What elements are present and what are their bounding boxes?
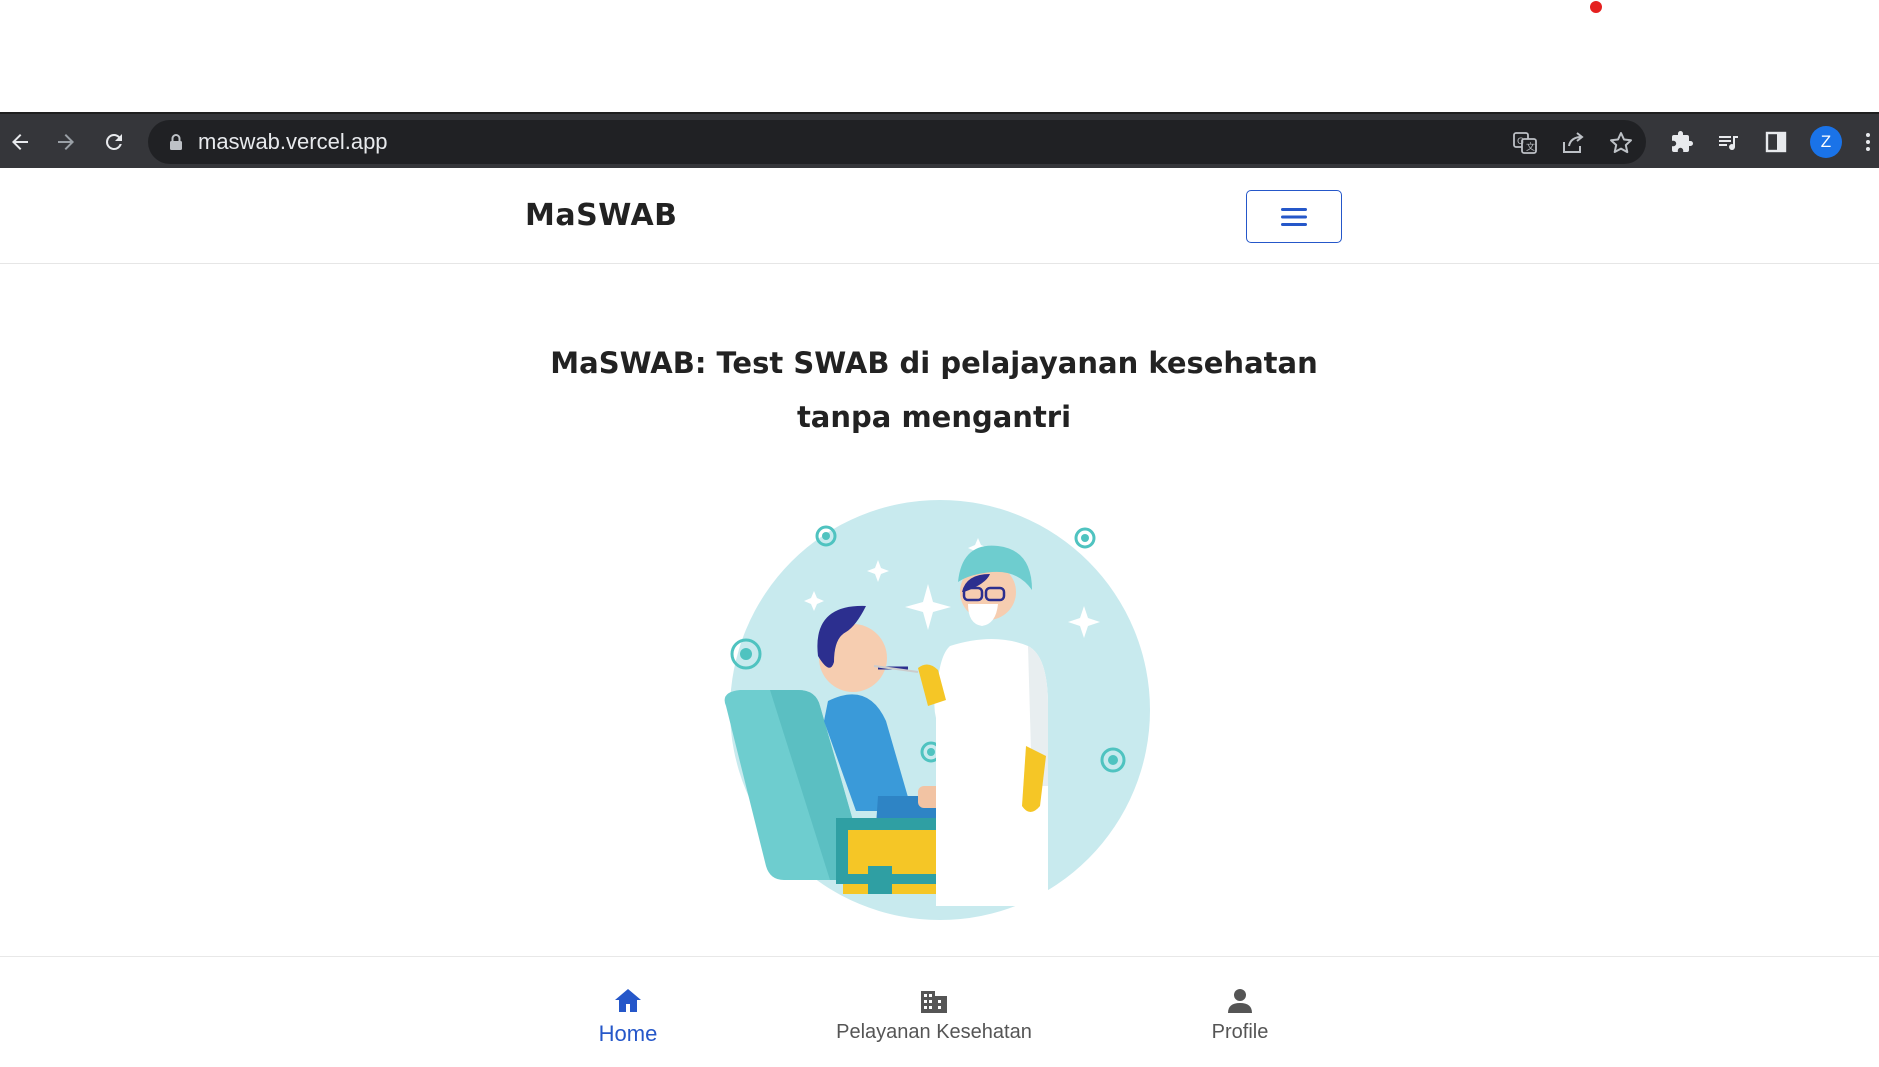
browser-toolbar: maswab.vercel.app G文 Z [0, 112, 1879, 168]
hero-title: MaSWAB: Test SWAB di pelajayanan kesehat… [550, 346, 1318, 434]
swab-test-illustration [718, 496, 1158, 926]
lock-icon [170, 134, 182, 150]
share-icon[interactable] [1560, 130, 1586, 156]
arrow-left-icon [12, 134, 28, 150]
url-text: maswab.vercel.app [198, 129, 388, 154]
screen-top-area [0, 0, 1879, 112]
reload-icon [106, 134, 122, 150]
reload-button[interactable] [96, 124, 132, 160]
svg-text:文: 文 [1526, 141, 1535, 153]
bottom-navigation: Home Pelayanan Kesehatan Profile [0, 956, 1879, 1067]
bottom-nav-pelayanan-label: Pelayanan Kesehatan [836, 1021, 1032, 1043]
svg-text:G: G [1517, 137, 1524, 147]
building-icon [921, 991, 947, 1013]
back-button[interactable] [2, 124, 38, 160]
bottom-nav-home-label: Home [598, 1021, 658, 1046]
more-menu-icon[interactable] [1860, 128, 1876, 156]
side-panel-icon[interactable] [1762, 128, 1790, 156]
translate-icon[interactable]: G文 [1512, 130, 1538, 156]
forward-button[interactable] [48, 124, 84, 160]
app-header: MaSWAB [0, 168, 1879, 264]
bookmark-star-icon[interactable] [1608, 130, 1634, 156]
address-bar[interactable]: maswab.vercel.app G文 [148, 120, 1646, 164]
person-icon [1228, 989, 1252, 1013]
arrow-right-icon [58, 134, 74, 150]
navbar-toggle-button[interactable] [1246, 190, 1342, 243]
media-queue-icon[interactable] [1714, 128, 1742, 156]
profile-avatar[interactable]: Z [1810, 126, 1842, 158]
hamburger-menu-icon [1281, 207, 1307, 226]
bottom-nav-pelayanan-kesehatan[interactable]: Pelayanan Kesehatan [804, 985, 1064, 1044]
bottom-nav-profile[interactable]: Profile [1110, 985, 1370, 1044]
recording-indicator-icon [1590, 1, 1602, 13]
bottom-nav-home[interactable]: Home [498, 985, 758, 1047]
home-icon [615, 989, 641, 1012]
extensions-icon[interactable] [1668, 128, 1696, 156]
brand-logo[interactable]: MaSWAB [525, 198, 678, 233]
bottom-nav-profile-label: Profile [1211, 1021, 1269, 1043]
